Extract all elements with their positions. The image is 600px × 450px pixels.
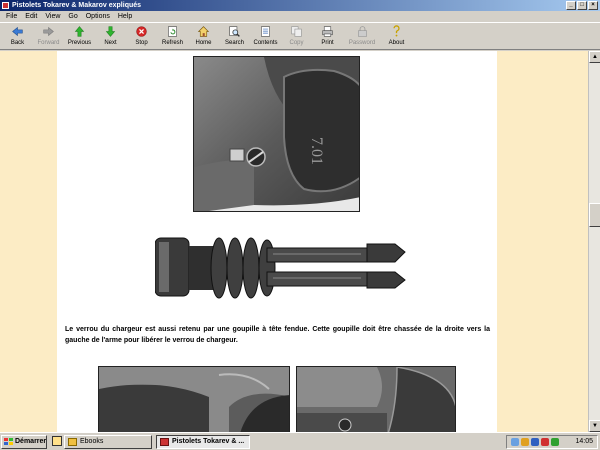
engraving-text: 7.01 xyxy=(308,137,325,165)
update-icon[interactable] xyxy=(551,438,559,446)
application-window: Pistolets Tokarev & Makarov expliqués _ … xyxy=(0,0,600,432)
scroll-thumb[interactable] xyxy=(589,203,600,227)
document-page: 7.01 Le verrou du chargeur est aussi ret… xyxy=(57,51,497,432)
previous-button[interactable]: Previous xyxy=(64,23,95,50)
window-title: Pistolets Tokarev & Makarov expliqués xyxy=(12,2,142,9)
caption-text: Le verrou du chargeur est aussi retenu p… xyxy=(65,326,490,344)
search-button[interactable]: Search xyxy=(219,23,250,50)
scroll-down-arrow-icon[interactable]: ▼ xyxy=(589,420,600,432)
menu-go[interactable]: Go xyxy=(64,11,81,22)
network-icon[interactable] xyxy=(511,438,519,446)
app-icon xyxy=(2,2,9,9)
menu-help[interactable]: Help xyxy=(114,11,136,22)
refresh-icon xyxy=(168,26,177,37)
toolbar: Back Forward Previous Next Stop Refresh … xyxy=(0,22,600,50)
windows-flag-icon xyxy=(4,438,13,446)
volume-icon[interactable] xyxy=(521,438,529,446)
menu-bar: File Edit View Go Options Help xyxy=(0,11,600,22)
vertical-scrollbar[interactable]: ▲ ▼ xyxy=(588,51,600,432)
forward-arrow-icon xyxy=(43,26,54,37)
antivirus-icon[interactable] xyxy=(531,438,539,446)
ebook-app-icon xyxy=(160,438,169,446)
stop-button[interactable]: Stop xyxy=(126,23,157,50)
search-label: Search xyxy=(224,40,244,46)
home-label: Home xyxy=(195,40,212,46)
clock: 14:05 xyxy=(575,438,593,445)
task-ebooks[interactable]: Ebooks xyxy=(64,435,152,449)
grip-photo-right xyxy=(296,366,456,432)
search-icon xyxy=(229,26,240,37)
stop-icon xyxy=(136,26,147,37)
print-button[interactable]: Print xyxy=(312,23,343,50)
grip-photo-left xyxy=(98,366,290,432)
start-label: Démarrer xyxy=(15,438,47,445)
print-icon xyxy=(322,26,333,37)
minimize-button[interactable]: _ xyxy=(566,1,576,10)
task-pistolets-label: Pistolets Tokarev & ... xyxy=(172,438,245,445)
copy-button[interactable]: Copy xyxy=(281,23,312,50)
close-button[interactable]: × xyxy=(588,1,598,10)
start-button[interactable]: Démarrer xyxy=(1,435,47,449)
back-button[interactable]: Back xyxy=(2,23,33,50)
security-icon[interactable] xyxy=(541,438,549,446)
menu-file[interactable]: File xyxy=(2,11,21,22)
previous-arrow-icon xyxy=(74,26,85,37)
task-pistolets[interactable]: Pistolets Tokarev & ... xyxy=(156,435,250,449)
back-arrow-icon xyxy=(12,26,23,37)
next-button[interactable]: Next xyxy=(95,23,126,50)
password-label: Password xyxy=(348,40,376,46)
about-button[interactable]: About xyxy=(381,23,412,50)
contents-button[interactable]: Contents xyxy=(250,23,281,50)
forward-button[interactable]: Forward xyxy=(33,23,64,50)
magazine-catch-photo xyxy=(155,226,409,306)
maximize-button[interactable]: □ xyxy=(577,1,587,10)
quicklaunch-icon-1[interactable] xyxy=(52,436,62,446)
title-bar[interactable]: Pistolets Tokarev & Makarov expliqués _ … xyxy=(0,0,600,11)
password-button[interactable]: Password xyxy=(343,23,381,50)
refresh-label: Refresh xyxy=(161,40,183,46)
folder-icon xyxy=(68,438,77,446)
taskbar: Démarrer Ebooks Pistolets Tokarev & ... … xyxy=(0,432,600,450)
password-icon xyxy=(357,26,367,37)
next-label: Next xyxy=(104,40,117,46)
menu-view[interactable]: View xyxy=(41,11,64,22)
print-label: Print xyxy=(321,40,334,46)
about-icon xyxy=(393,25,400,37)
contents-label: Contents xyxy=(253,40,278,46)
contents-icon xyxy=(261,26,270,37)
content-viewport[interactable]: 7.01 Le verrou du chargeur est aussi ret… xyxy=(0,51,588,432)
menu-edit[interactable]: Edit xyxy=(21,11,41,22)
previous-label: Previous xyxy=(67,40,92,46)
copy-label: Copy xyxy=(289,40,304,46)
home-button[interactable]: Home xyxy=(188,23,219,50)
refresh-button[interactable]: Refresh xyxy=(157,23,188,50)
scroll-up-arrow-icon[interactable]: ▲ xyxy=(589,51,600,63)
home-icon xyxy=(197,26,210,37)
task-ebooks-label: Ebooks xyxy=(80,438,104,445)
copy-icon xyxy=(291,26,302,37)
system-tray: 14:05 xyxy=(506,435,598,449)
about-label: About xyxy=(388,40,405,46)
forward-label: Forward xyxy=(37,40,60,46)
next-arrow-icon xyxy=(105,26,116,37)
menu-options[interactable]: Options xyxy=(82,11,114,22)
back-label: Back xyxy=(10,40,25,46)
frame-pin-photo: 7.01 xyxy=(193,56,360,212)
stop-label: Stop xyxy=(135,40,148,46)
